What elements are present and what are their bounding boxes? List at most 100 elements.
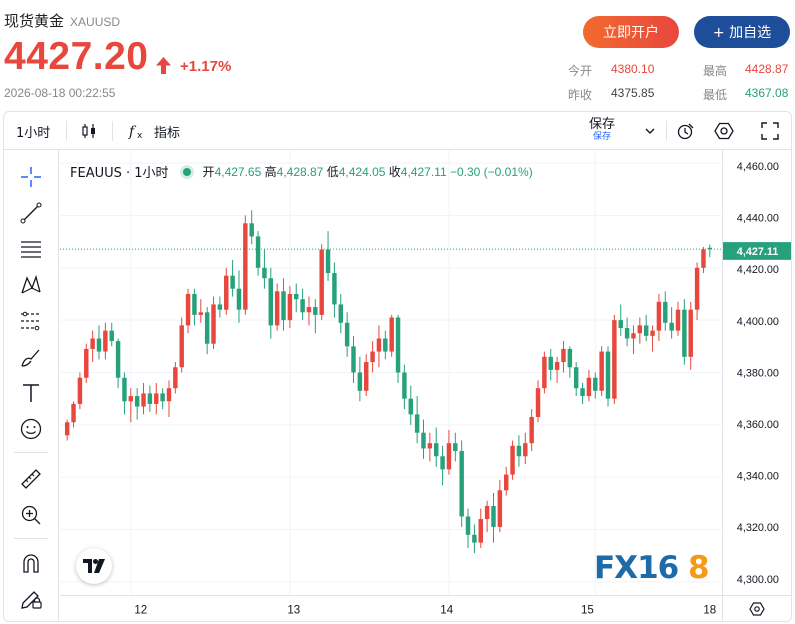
candle-body [351, 346, 356, 373]
legend-low-value: 4,424.05 [338, 165, 386, 179]
candle-body [523, 443, 528, 457]
legend-close-value: 4,427.11 [400, 165, 447, 179]
forecast-tool[interactable] [18, 308, 44, 334]
price-chart[interactable] [60, 150, 721, 595]
candle-body [281, 291, 286, 321]
stat-high: 最高 4428.87 [703, 62, 788, 79]
zoom-in-icon [21, 505, 41, 525]
fullscreen-button[interactable] [761, 112, 779, 150]
candle-body [306, 307, 312, 313]
time-axis[interactable]: 12 13 14 15 18 [60, 595, 722, 621]
x-tick-label: 18 [703, 604, 716, 616]
trend-line-tool[interactable] [18, 200, 44, 226]
candle-body [179, 325, 184, 368]
brush-tool[interactable] [18, 344, 44, 370]
candle-body [599, 351, 604, 391]
interval-selector[interactable]: 1小时 [16, 112, 50, 150]
add-favorite-button[interactable]: + 加自选 [694, 16, 790, 48]
toolbar-divider [14, 452, 48, 453]
candle-body [637, 325, 643, 334]
candle-body [395, 317, 401, 373]
indicators-button[interactable]: f x 指标 [128, 112, 180, 150]
candle-body [554, 362, 560, 370]
candle-body [465, 516, 471, 535]
crosshair-icon [21, 167, 41, 187]
candle-body [542, 356, 547, 389]
candle-body [497, 490, 503, 527]
candle-body [115, 341, 121, 378]
chevron-down-icon [645, 128, 655, 134]
instrument-symbol: XAUUSD [70, 15, 121, 29]
candle-body [510, 445, 515, 475]
candle-body [643, 325, 649, 336]
fullscreen-icon [761, 122, 779, 140]
legend-low-key: 低 [326, 165, 339, 179]
save-menu-chevron[interactable] [644, 112, 656, 150]
candle-body [491, 506, 496, 527]
instrument-title: 现货黄金 XAUUSD [4, 10, 120, 31]
y-tick-label: 4,400.00 [737, 316, 779, 328]
ruler-tool[interactable] [18, 466, 44, 492]
candle-body [624, 328, 630, 339]
candle-body [96, 338, 102, 352]
candle-body [370, 351, 375, 363]
candle-body [90, 338, 95, 349]
pattern-icon [21, 274, 41, 294]
candle-body [185, 293, 191, 326]
stat-prev-label: 昨收 [568, 88, 593, 102]
candle-body [274, 291, 280, 326]
candle-body [663, 301, 668, 323]
candle-body [325, 249, 331, 274]
stat-open-value: 4380.10 [611, 62, 655, 76]
smiley-icon [20, 418, 42, 440]
candle-body [134, 396, 140, 407]
magnet-tool[interactable] [18, 550, 44, 576]
stat-low: 最低 4367.08 [703, 86, 788, 103]
open-account-button[interactable]: 立即开户 [583, 16, 679, 48]
legend-symbol[interactable]: FEAUUS · 1小时 [70, 162, 169, 181]
stat-open-label: 今开 [568, 64, 593, 78]
candle-body [300, 299, 305, 313]
text-icon [23, 384, 39, 402]
chart-widget: 1小时 f x 指标 保存 保存 4,460.00 4,440.00 4,420… [3, 111, 792, 622]
emoji-tool[interactable] [18, 416, 44, 442]
candle-body [211, 304, 216, 344]
candle-type-button[interactable] [80, 112, 98, 150]
candle-body [154, 393, 159, 404]
candle-body [198, 312, 204, 315]
candle-body [364, 362, 369, 391]
text-tool[interactable] [18, 380, 44, 406]
toolbar-divider [112, 121, 113, 141]
candle-body [192, 293, 197, 315]
candle-body [573, 367, 579, 389]
fib-tool[interactable] [18, 236, 44, 262]
candle-body [173, 367, 178, 389]
tradingview-logo[interactable] [76, 548, 112, 584]
crosshair-tool[interactable] [18, 164, 44, 190]
candle-body [236, 288, 242, 310]
y-tick-label: 4,320.00 [737, 522, 779, 534]
candle-body [421, 432, 426, 449]
ruler-icon [21, 469, 41, 489]
horizontal-lines-icon [21, 241, 41, 258]
y-tick-label: 4,300.00 [737, 574, 779, 586]
pattern-tool[interactable] [18, 272, 44, 298]
x-tick-label: 15 [581, 604, 594, 616]
candle-body [586, 377, 592, 397]
candle-body [529, 417, 534, 444]
save-button[interactable]: 保存 保存 [589, 118, 615, 143]
candle-body [656, 301, 662, 331]
lock-drawings-tool[interactable] [18, 586, 44, 612]
axis-settings-button[interactable] [722, 595, 791, 621]
settings-hexagon-icon [714, 122, 734, 140]
timer-alert-icon [677, 123, 694, 140]
quick-search-button[interactable] [676, 112, 696, 150]
zoom-tool[interactable] [18, 502, 44, 528]
candle-body [64, 422, 70, 436]
candle-body [408, 398, 413, 415]
candle-body [478, 519, 483, 543]
settings-button[interactable] [714, 112, 734, 150]
price-axis[interactable]: 4,460.00 4,440.00 4,420.00 4,400.00 4,380.00… [722, 150, 791, 595]
current-price: 4427.20 [4, 35, 149, 78]
legend-open-key: 开 [202, 165, 215, 179]
